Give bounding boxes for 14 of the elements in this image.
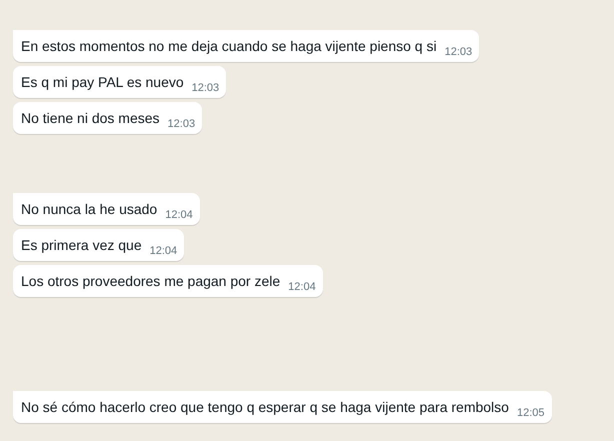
message-text: En estos momentos no me deja cuando se haga vijente pienso q si <box>21 37 437 56</box>
message-text: No nunca la he usado <box>21 200 158 219</box>
message-text: Es primera vez que <box>21 236 142 255</box>
message-time: 12:04 <box>165 209 193 222</box>
message-text: Los otros proveedores me pagan por zele <box>21 272 280 291</box>
message-time: 12:03 <box>168 118 196 131</box>
message-text: Es q mi pay PAL es nuevo <box>21 73 184 92</box>
message-text: No tiene ni dos meses <box>21 109 160 128</box>
message-time: 12:03 <box>444 46 472 59</box>
message-time: 12:04 <box>150 245 178 258</box>
message-time: 12:03 <box>192 82 220 95</box>
message-time: 12:04 <box>288 281 316 294</box>
message-time: 12:05 <box>516 407 544 420</box>
message-text: No sé cómo hacerlo creo que tengo q esperar q se haga vijente para rembolso <box>21 398 509 417</box>
